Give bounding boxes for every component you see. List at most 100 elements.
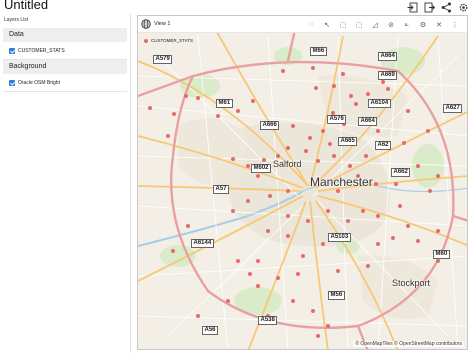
customer-point[interactable]: [354, 102, 358, 106]
customer-point[interactable]: [276, 276, 280, 280]
customer-point[interactable]: [216, 114, 220, 118]
customer-point[interactable]: [286, 214, 290, 218]
close-icon[interactable]: ✕: [433, 19, 445, 30]
customer-point[interactable]: [376, 214, 380, 218]
customer-point[interactable]: [348, 164, 352, 168]
customer-point[interactable]: [346, 219, 350, 223]
customer-point[interactable]: [416, 239, 420, 243]
customer-point[interactable]: [184, 94, 188, 98]
customer-point[interactable]: [376, 129, 380, 133]
section-data[interactable]: Data: [3, 28, 127, 42]
customer-point[interactable]: [166, 134, 170, 138]
customer-point[interactable]: [304, 149, 308, 153]
customer-point[interactable]: [436, 229, 440, 233]
customer-point[interactable]: [321, 242, 325, 246]
customer-point[interactable]: [311, 66, 315, 70]
layer-checkbox[interactable]: [9, 80, 15, 86]
measure-icon[interactable]: ⟀: [401, 19, 413, 30]
clear-selection-icon[interactable]: ⊘: [385, 19, 397, 30]
customer-point[interactable]: [246, 164, 250, 168]
customer-point[interactable]: [406, 109, 410, 113]
customer-point[interactable]: [236, 109, 240, 113]
customer-point[interactable]: [286, 234, 290, 238]
customer-point[interactable]: [226, 299, 230, 303]
share-icon[interactable]: [440, 1, 453, 13]
customer-point[interactable]: [281, 69, 285, 73]
customer-point[interactable]: [326, 324, 330, 328]
customer-point[interactable]: [326, 209, 330, 213]
customer-point[interactable]: [308, 136, 312, 140]
customer-point[interactable]: [386, 87, 390, 91]
customer-point[interactable]: [296, 272, 300, 276]
customer-point[interactable]: [436, 174, 440, 178]
import-icon[interactable]: [406, 1, 419, 13]
customer-point[interactable]: [231, 209, 235, 213]
customer-point[interactable]: [256, 259, 260, 263]
customer-point[interactable]: [196, 314, 200, 318]
map-settings-icon[interactable]: ⚙: [417, 19, 429, 30]
customer-point[interactable]: [381, 80, 385, 84]
settings-icon[interactable]: [457, 1, 470, 13]
layer-checkbox[interactable]: [9, 48, 15, 54]
customer-point[interactable]: [148, 106, 152, 110]
customer-point[interactable]: [366, 264, 370, 268]
customer-point[interactable]: [428, 189, 432, 193]
customer-point[interactable]: [251, 99, 255, 103]
customer-point[interactable]: [364, 154, 368, 158]
customer-point[interactable]: [406, 224, 410, 228]
customer-point[interactable]: [256, 174, 260, 178]
customer-point[interactable]: [321, 129, 325, 133]
layer-item-customer-stats[interactable]: CUSTOMER_STATS: [9, 47, 65, 55]
customer-point[interactable]: [336, 269, 340, 273]
customer-point[interactable]: [394, 182, 398, 186]
customer-point[interactable]: [266, 229, 270, 233]
customer-point[interactable]: [186, 224, 190, 228]
basemap[interactable]: [138, 16, 468, 350]
section-background[interactable]: Background: [3, 60, 127, 74]
pointer-icon[interactable]: ↖: [321, 19, 333, 30]
pan-icon[interactable]: ◌: [305, 19, 317, 30]
customer-point[interactable]: [316, 334, 320, 338]
customer-point[interactable]: [391, 236, 395, 240]
customer-point[interactable]: [426, 129, 430, 133]
customer-point[interactable]: [349, 94, 353, 98]
customer-point[interactable]: [332, 154, 336, 158]
customer-point[interactable]: [268, 194, 272, 198]
marquee-icon[interactable]: ⬚: [337, 19, 349, 30]
customer-point[interactable]: [306, 219, 310, 223]
customer-point[interactable]: [236, 259, 240, 263]
customer-point[interactable]: [248, 272, 252, 276]
customer-point[interactable]: [366, 92, 370, 96]
customer-point[interactable]: [286, 189, 290, 193]
customer-point[interactable]: [301, 254, 305, 258]
customer-point[interactable]: [262, 158, 266, 162]
customer-point[interactable]: [336, 189, 340, 193]
customer-point[interactable]: [276, 154, 280, 158]
export-icon[interactable]: [423, 1, 436, 13]
more-icon[interactable]: ⋮: [449, 19, 461, 30]
layer-item-oracle-osm-bright[interactable]: Oracle OSM Bright: [9, 79, 60, 87]
customer-point[interactable]: [311, 309, 315, 313]
customer-point[interactable]: [286, 146, 290, 150]
customer-point[interactable]: [316, 159, 320, 163]
customer-point[interactable]: [171, 249, 175, 253]
customer-point[interactable]: [398, 204, 402, 208]
customer-point[interactable]: [436, 259, 440, 263]
zoom-box-icon[interactable]: ⬚: [353, 19, 365, 30]
customer-point[interactable]: [332, 84, 336, 88]
customer-point[interactable]: [376, 242, 380, 246]
customer-point[interactable]: [361, 209, 365, 213]
customer-point[interactable]: [246, 199, 250, 203]
customer-point[interactable]: [328, 142, 332, 146]
customer-point[interactable]: [416, 164, 420, 168]
lasso-icon[interactable]: ◿: [369, 19, 381, 30]
customer-point[interactable]: [291, 299, 295, 303]
customer-point[interactable]: [341, 72, 345, 76]
customer-point[interactable]: [172, 112, 176, 116]
map-panel[interactable]: View 1 ◌ ↖ ⬚ ⬚ ◿ ⊘ ⟀ ⚙ ✕ ⋮ CUSTOMER_STAT…: [137, 15, 468, 350]
customer-point[interactable]: [314, 86, 318, 90]
customer-point[interactable]: [231, 157, 235, 161]
customer-point[interactable]: [374, 182, 378, 186]
customer-point[interactable]: [256, 284, 260, 288]
customer-point[interactable]: [196, 96, 200, 100]
